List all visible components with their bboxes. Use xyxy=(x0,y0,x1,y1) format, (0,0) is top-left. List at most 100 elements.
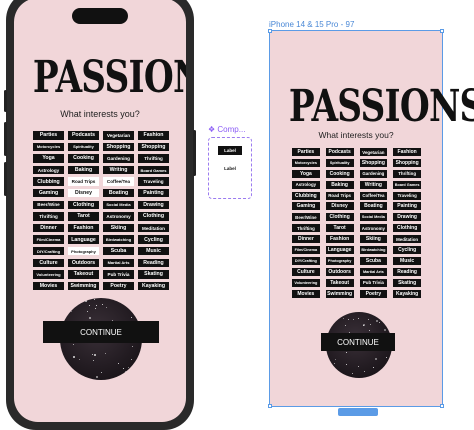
interest-chip[interactable]: Disney xyxy=(325,202,354,211)
interest-chip[interactable]: Film/Cinema xyxy=(292,246,320,255)
interest-chip[interactable]: Pub Trivia xyxy=(103,270,134,279)
continue-button[interactable]: CONTINUE xyxy=(43,321,159,343)
interest-chip[interactable]: Fashion xyxy=(393,148,421,156)
interest-chip[interactable]: Motorcycles xyxy=(33,142,64,152)
interest-chip[interactable]: Skiing xyxy=(103,223,134,233)
interest-chip[interactable]: Parties xyxy=(33,131,64,140)
interest-chip[interactable]: Traveling xyxy=(138,177,169,186)
interest-chip[interactable]: Swimming xyxy=(325,289,354,298)
interest-chip[interactable]: Beer/Wine xyxy=(33,200,64,210)
interest-chip[interactable]: Boating xyxy=(103,188,134,198)
component-set-label[interactable]: ❖ Comp... xyxy=(208,125,245,134)
interest-chip[interactable]: Meditation xyxy=(393,235,421,244)
interest-chip[interactable]: DIY/Crafting xyxy=(292,256,320,265)
interest-chip[interactable]: Yoga xyxy=(33,154,64,163)
interest-chip[interactable]: Shopping xyxy=(393,158,421,167)
interest-chip[interactable]: Photography xyxy=(68,246,99,256)
interest-chip[interactable]: Movies xyxy=(33,281,64,291)
interest-chip[interactable]: Astronomy xyxy=(103,212,134,221)
interest-chip[interactable]: Gardening xyxy=(359,169,388,178)
interest-chip[interactable]: Skiing xyxy=(359,235,388,244)
interest-chip[interactable]: Outdoors xyxy=(325,267,354,276)
resize-handle-top-right[interactable] xyxy=(440,29,444,33)
interest-chip[interactable]: Podcasts xyxy=(325,148,354,156)
interest-chip[interactable]: Dinner xyxy=(292,235,320,244)
interest-chip[interactable]: Thrifting xyxy=(292,224,320,233)
interest-chip[interactable]: Clothing xyxy=(393,224,421,233)
interest-chip[interactable]: Scuba xyxy=(359,256,388,265)
interest-chip[interactable]: Shopping xyxy=(359,158,388,167)
interest-chip[interactable]: Scuba xyxy=(103,246,134,256)
interest-chip[interactable]: Skating xyxy=(393,278,421,287)
interest-chip[interactable]: Vegetarian xyxy=(103,131,134,140)
interest-chip[interactable]: Meditation xyxy=(138,223,169,233)
interest-chip[interactable]: Thrifting xyxy=(33,212,64,221)
interest-chip[interactable]: Social Media xyxy=(103,200,134,210)
interest-chip[interactable]: Gardening xyxy=(103,154,134,163)
interest-chip[interactable]: Shopping xyxy=(138,142,169,152)
interest-chip[interactable]: Fashion xyxy=(68,223,99,233)
interest-chip[interactable]: Spirituality xyxy=(68,142,99,152)
interest-chip[interactable]: Baking xyxy=(68,165,99,175)
interest-chip[interactable]: Gaming xyxy=(292,202,320,211)
interest-chip[interactable]: Birdwatching xyxy=(103,235,134,244)
interest-chip[interactable]: Disney xyxy=(68,188,99,198)
interest-chip[interactable]: Gaming xyxy=(33,188,64,198)
interest-chip[interactable]: Astrology xyxy=(292,180,320,189)
interest-chip[interactable]: Culture xyxy=(292,267,320,276)
interest-chip[interactable]: Parties xyxy=(292,148,320,156)
component-set[interactable]: Label Label xyxy=(208,137,252,199)
continue-button[interactable]: CONTINUE xyxy=(321,333,395,351)
interest-chip[interactable]: Yoga xyxy=(292,169,320,178)
interest-chip[interactable]: Poetry xyxy=(359,289,388,298)
resize-handle-top-left[interactable] xyxy=(268,29,272,33)
interest-chip[interactable]: Road Trips xyxy=(325,191,354,200)
interest-chip[interactable]: Martial Arts xyxy=(103,258,134,268)
interest-chip[interactable]: Astrology xyxy=(33,165,64,175)
interest-chip[interactable]: Martial Arts xyxy=(359,267,388,276)
interest-chip[interactable]: Culture xyxy=(33,258,64,268)
interest-chip[interactable]: Birdwatching xyxy=(359,246,388,255)
interest-chip[interactable]: Skating xyxy=(138,270,169,279)
interest-chip[interactable]: Volunteering xyxy=(292,278,320,287)
interest-chip[interactable]: Writing xyxy=(359,180,388,189)
interest-chip[interactable]: Fashion xyxy=(325,235,354,244)
interest-chip[interactable]: Language xyxy=(68,235,99,244)
interest-chip[interactable]: Takeout xyxy=(68,270,99,279)
interest-chip[interactable]: Motorcycles xyxy=(292,158,320,167)
interest-chip[interactable]: Painting xyxy=(393,202,421,211)
interest-chip[interactable]: Photography xyxy=(325,256,354,265)
interest-chip[interactable]: Reading xyxy=(393,267,421,276)
interest-chip[interactable]: Drawing xyxy=(138,200,169,210)
interest-chip[interactable]: Baking xyxy=(325,180,354,189)
interest-chip[interactable]: Clothing xyxy=(325,213,354,222)
interest-chip[interactable]: Board Games xyxy=(138,165,169,175)
interest-chip[interactable]: Fashion xyxy=(138,131,169,140)
resize-handle-bottom-left[interactable] xyxy=(268,404,272,408)
interest-chip[interactable]: Traveling xyxy=(393,191,421,200)
interest-chip[interactable]: Thrifting xyxy=(138,154,169,163)
interest-chip[interactable]: Painting xyxy=(138,188,169,198)
interest-chip[interactable]: Tarot xyxy=(325,224,354,233)
interest-chip[interactable]: Music xyxy=(138,246,169,256)
interest-chip[interactable]: Film/Cinema xyxy=(33,235,64,244)
interest-chip[interactable]: Clothing xyxy=(138,212,169,221)
interest-chip[interactable]: Dinner xyxy=(33,223,64,233)
interest-chip[interactable]: Tarot xyxy=(68,212,99,221)
resize-handle-bottom-right[interactable] xyxy=(440,404,444,408)
interest-chip[interactable]: Shopping xyxy=(103,142,134,152)
interest-chip[interactable]: Movies xyxy=(292,289,320,298)
interest-chip[interactable]: Clothing xyxy=(68,200,99,210)
interest-chip[interactable]: Beer/Wine xyxy=(292,213,320,222)
interest-chip[interactable]: Writing xyxy=(103,165,134,175)
frame-label[interactable]: iPhone 14 & 15 Pro - 97 xyxy=(269,20,354,29)
interest-chip[interactable]: Poetry xyxy=(103,281,134,291)
interest-chip[interactable]: Clubbing xyxy=(33,177,64,186)
interest-chip[interactable]: Pub Trivia xyxy=(359,278,388,287)
interest-chip[interactable]: Astronomy xyxy=(359,224,388,233)
interest-chip[interactable]: Thrifting xyxy=(393,169,421,178)
interest-chip[interactable]: Music xyxy=(393,256,421,265)
interest-chip[interactable]: Language xyxy=(325,246,354,255)
interest-chip[interactable]: Clubbing xyxy=(292,191,320,200)
interest-chip[interactable]: Cycling xyxy=(393,246,421,255)
